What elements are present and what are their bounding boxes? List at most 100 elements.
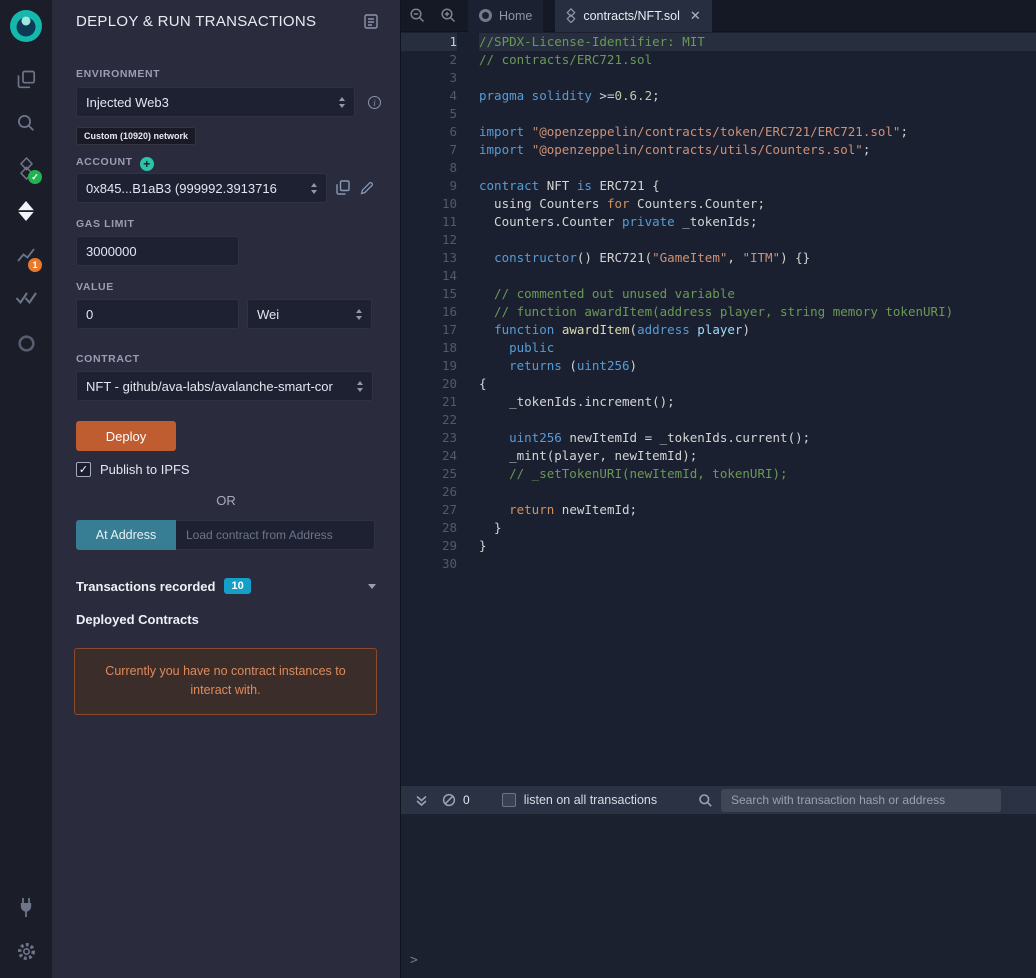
tab-nft-sol[interactable]: contracts/NFT.sol ✕ [555, 0, 712, 32]
zoom-in-icon[interactable] [436, 4, 460, 28]
editor-code[interactable]: //SPDX-License-Identifier: MIT// contrac… [479, 33, 1036, 786]
deploy-button[interactable]: Deploy [76, 421, 176, 451]
code-line[interactable]: contract NFT is ERC721 { [479, 177, 1036, 195]
code-line[interactable]: _tokenIds.increment(); [479, 393, 1036, 411]
value-input[interactable] [76, 299, 239, 329]
code-line[interactable]: } [479, 519, 1036, 537]
plugin-manager-icon[interactable] [0, 887, 52, 927]
value-unit: Wei [257, 306, 280, 322]
terminal-search-input[interactable] [721, 788, 1001, 812]
account-select[interactable]: 0x845...B1aB3 (999992.3913716 [76, 173, 327, 203]
line-number: 8 [449, 160, 457, 175]
code-line[interactable] [479, 69, 1036, 87]
code-line[interactable] [479, 159, 1036, 177]
debugger-icon[interactable] [0, 323, 52, 363]
close-tab-icon[interactable]: ✕ [690, 8, 701, 24]
publish-ipfs-checkbox[interactable]: ✓ [76, 462, 91, 477]
at-address-input[interactable] [176, 520, 375, 550]
code-line[interactable]: using Counters for Counters.Counter; [479, 195, 1036, 213]
code-line[interactable] [479, 483, 1036, 501]
contract-select[interactable]: NFT - github/ava-labs/avalanche-smart-co… [76, 371, 373, 401]
code-line[interactable]: function awardItem(address player) [479, 321, 1036, 339]
solidity-compiler-icon[interactable] [0, 148, 52, 188]
scenario-doc-icon[interactable] [364, 14, 378, 29]
remix-logo[interactable] [0, 6, 52, 46]
collapse-terminal-icon[interactable] [409, 788, 433, 812]
account-value: 0x845...B1aB3 (999992.3913716 [86, 180, 277, 196]
panel-title: DEPLOY & RUN TRANSACTIONS [76, 13, 317, 30]
copy-account-icon[interactable] [336, 180, 350, 195]
settings-gear-icon[interactable] [0, 931, 52, 971]
line-number: 3 [449, 70, 457, 85]
code-line[interactable]: // contracts/ERC721.sol [479, 51, 1036, 69]
terminal-search [698, 788, 1001, 812]
code-line[interactable]: { [479, 375, 1036, 393]
activity-bar: ✓ 1 [0, 0, 52, 978]
at-address-button[interactable]: At Address [76, 520, 176, 550]
transactions-recorded-row[interactable]: Transactions recorded 10 [76, 578, 376, 594]
deploy-run-panel: DEPLOY & RUN TRANSACTIONS ENVIRONMENT In… [52, 0, 400, 978]
code-line[interactable]: pragma solidity >=0.6.2; [479, 87, 1036, 105]
code-line[interactable]: uint256 newItemId = _tokenIds.current(); [479, 429, 1036, 447]
home-tab-icon [479, 9, 492, 22]
sign-message-icon[interactable] [360, 180, 375, 195]
clear-console-icon[interactable] [437, 788, 461, 812]
line-number: 4 [449, 88, 457, 103]
analytics-icon[interactable] [0, 235, 52, 275]
line-number: 30 [441, 556, 457, 571]
add-account-icon[interactable]: + [139, 157, 154, 171]
code-line[interactable] [479, 555, 1036, 573]
line-number: 5 [449, 106, 457, 121]
select-chevrons-icon [357, 380, 363, 392]
line-number: 27 [441, 502, 457, 517]
code-line[interactable]: import "@openzeppelin/contracts/utils/Co… [479, 141, 1036, 159]
code-line[interactable]: constructor() ERC721("GameItem", "ITM") … [479, 249, 1036, 267]
code-line[interactable]: return newItemId; [479, 501, 1036, 519]
line-number: 22 [441, 412, 457, 427]
code-line[interactable]: // commented out unused variable [479, 285, 1036, 303]
value-unit-select[interactable]: Wei [247, 299, 372, 329]
code-line[interactable]: //SPDX-License-Identifier: MIT [479, 33, 1036, 51]
code-line[interactable] [479, 231, 1036, 249]
line-number: 25 [441, 466, 457, 481]
terminal-toolbar: 0 listen on all transactions [401, 786, 1036, 814]
listen-transactions-checkbox[interactable] [501, 793, 516, 807]
select-chevrons-icon [311, 182, 317, 194]
code-editor[interactable]: 1 2 3 4 5 6 7 8 9 10 11 12 13 14 15 16 17 18 19 20 21 22 23 24 2… [401, 32, 1036, 786]
environment-info-icon[interactable]: i [368, 96, 381, 109]
terminal-log[interactable]: > [401, 814, 1036, 978]
line-number: 18 [441, 340, 457, 355]
code-line[interactable]: returns (uint256) [479, 357, 1036, 375]
code-line[interactable] [479, 267, 1036, 285]
publish-ipfs-label: Publish to IPFS [100, 462, 190, 477]
analytics-count-badge: 1 [28, 258, 42, 272]
code-line[interactable]: public [479, 339, 1036, 357]
chevron-down-icon[interactable] [368, 583, 376, 589]
code-line[interactable]: _mint(player, newItemId); [479, 447, 1036, 465]
search-icon[interactable] [0, 103, 52, 143]
line-number: 29 [441, 538, 457, 553]
file-explorer-icon[interactable] [0, 59, 52, 99]
code-line[interactable]: } [479, 537, 1036, 555]
gas-limit-input[interactable] [76, 236, 239, 266]
home-tab-label: Home [499, 8, 533, 23]
line-number: 28 [441, 520, 457, 535]
deploy-run-icon[interactable] [0, 191, 52, 231]
line-number: 24 [441, 448, 457, 463]
editor-area: Home contracts/NFT.sol ✕ 1 2 3 4 5 6 7 8 9 10 11 12… [400, 0, 1036, 978]
code-line[interactable]: // _setTokenURI(newItemId, tokenURI); [479, 465, 1036, 483]
code-line[interactable]: // function awardItem(address player, st… [479, 303, 1036, 321]
code-line[interactable]: import "@openzeppelin/contracts/token/ER… [479, 123, 1036, 141]
terminal-search-icon [699, 793, 712, 807]
code-line[interactable] [479, 411, 1036, 429]
code-line[interactable] [479, 105, 1036, 123]
remix-logo-icon [10, 10, 42, 42]
tab-home[interactable]: Home [468, 0, 544, 32]
zoom-out-icon[interactable] [405, 4, 429, 28]
line-number: 21 [441, 394, 457, 409]
select-chevrons-icon [339, 96, 345, 108]
unit-testing-icon[interactable] [0, 277, 52, 317]
select-chevrons-icon [356, 308, 362, 320]
code-line[interactable]: Counters.Counter private _tokenIds; [479, 213, 1036, 231]
environment-select[interactable]: Injected Web3 [76, 87, 355, 117]
